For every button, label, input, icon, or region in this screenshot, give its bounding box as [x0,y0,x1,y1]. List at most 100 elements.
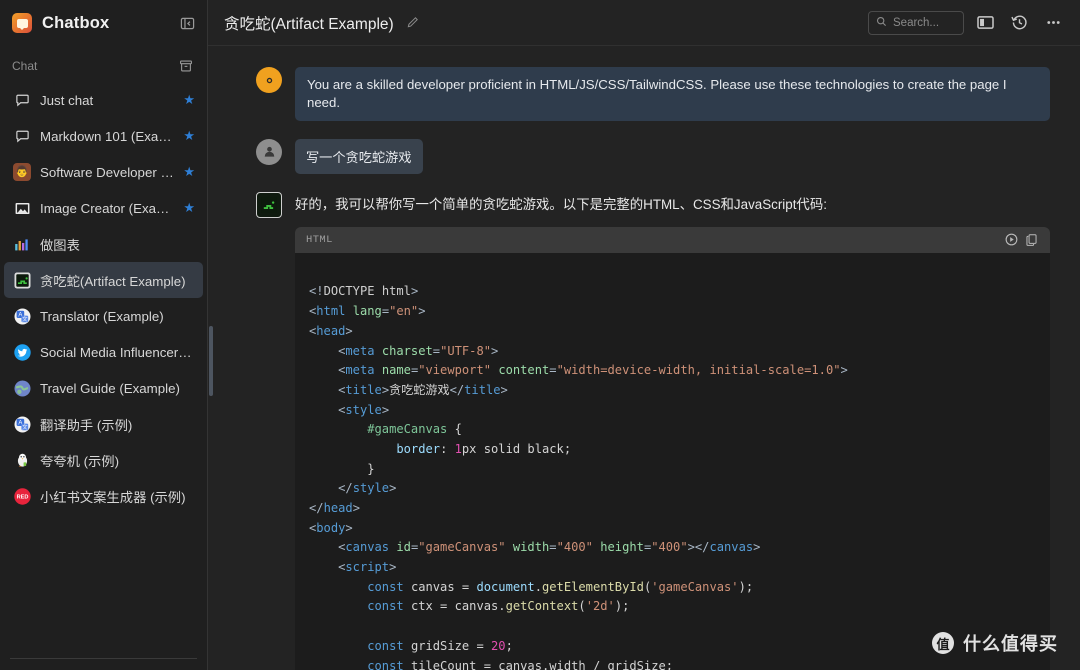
assistant-content: 好的，我可以帮你写一个简单的贪吃蛇游戏。以下是完整的HTML、CSS和JavaS… [295,192,1050,670]
code-line: const ctx = canvas.getContext('2d'); [367,599,630,614]
code-line: <meta name="viewport" content="width=dev… [338,363,848,378]
twitter-bird-icon [13,343,31,361]
chat-list: Just chat ★ Markdown 101 (Exam… ★ 👨 Soft… [0,80,207,670]
sidebar-item-label: 翻译助手 (示例) [40,417,133,433]
code-line: <body> [309,520,353,535]
code-line: <title>贪吃蛇游戏</title> [338,382,508,397]
message-assistant: 好的，我可以帮你写一个简单的贪吃蛇游戏。以下是完整的HTML、CSS和JavaS… [208,183,1080,670]
sidebar-item-label: Social Media Influencer (Ex… [40,344,195,360]
sidebar-item-make-chart[interactable]: 做图表 [4,226,203,262]
penguin-icon [13,451,31,469]
xiaohongshu-icon: RED [13,487,31,505]
system-message-text: You are a skilled developer proficient i… [295,67,1050,121]
code-line: <style> [338,402,390,417]
snake-game-icon [13,271,31,289]
star-icon[interactable]: ★ [183,92,195,108]
code-line: #gameCanvas { [367,422,462,437]
code-line: <!DOCTYPE html> [309,284,419,299]
history-clock-icon[interactable] [1006,10,1032,36]
user-message-text: 写一个贪吃蛇游戏 [295,138,423,174]
code-block-content[interactable]: <!DOCTYPE html> <html lang="en"> <head> <m… [295,252,1050,670]
translator-icon: A 文 [13,415,31,433]
code-line: <html lang="en"> [309,304,426,319]
picture-icon [13,199,31,217]
chatbox-app: Chatbox Chat Just chat ★ Markdown 101 (E… [0,0,1080,670]
svg-text:文: 文 [22,422,28,430]
code-line: <script> [338,560,397,575]
page-title: 贪吃蛇(Artifact Example) [224,15,394,33]
gear-avatar-icon [256,67,282,93]
sidebar-item-label: Image Creator (Examp… [40,200,175,216]
pencil-edit-icon[interactable] [406,16,419,29]
sidebar-item-travel-guide[interactable]: Travel Guide (Example) [4,370,203,406]
main-panel: 贪吃蛇(Artifact Example) Search... You are … [208,0,1080,670]
brand-name: Chatbox [42,13,110,32]
sidebar: Chatbox Chat Just chat ★ Markdown 101 (E… [0,0,208,670]
code-block-header: HTML [295,226,1050,253]
message-system: You are a skilled developer proficient i… [208,58,1080,130]
brand-header: Chatbox [0,0,207,46]
globe-icon [13,379,31,397]
sidebar-item-software-developer[interactable]: 👨 Software Developer (E… ★ [4,154,203,190]
sidebar-item-label: Travel Guide (Example) [40,380,180,396]
translator-icon: A 文 [13,307,31,325]
sidebar-item-social-media-influencer[interactable]: Social Media Influencer (Ex… [4,334,203,370]
copy-icon[interactable] [1021,230,1041,250]
code-language-label: HTML [306,233,333,246]
sidebar-footer-divider [10,658,197,659]
watermark-logo-icon: 值 [932,632,954,654]
sidebar-item-xiaohongshu-copywriter[interactable]: RED 小红书文案生成器 (示例) [4,478,203,514]
split-view-icon[interactable] [972,10,998,36]
chatbox-logo-icon [12,13,32,33]
sidebar-item-label: 小红书文案生成器 (示例) [40,489,186,505]
code-line: } [367,461,375,476]
sidebar-item-label: 做图表 [40,237,80,253]
archive-icon[interactable] [177,57,195,75]
sidebar-item-label: 贪吃蛇(Artifact Example) [40,273,186,289]
message-user: 写一个贪吃蛇游戏 [208,130,1080,183]
sidebar-item-label: Software Developer (E… [40,164,175,180]
sidebar-item-just-chat[interactable]: Just chat ★ [4,82,203,118]
sidebar-item-label: Just chat [40,92,94,108]
star-icon[interactable]: ★ [183,128,195,144]
sidebar-item-snake-artifact[interactable]: 贪吃蛇(Artifact Example) [4,262,203,298]
run-play-icon[interactable] [1001,230,1021,250]
svg-text:RED: RED [16,494,28,500]
assistant-message-text: 好的，我可以帮你写一个简单的贪吃蛇游戏。以下是完整的HTML、CSS和JavaS… [295,196,827,212]
search-icon [876,16,887,30]
chat-section-title: Chat [12,59,38,73]
code-line: const canvas = document.getElementById('… [367,579,754,594]
code-line: const tileCount = canvas.width / gridSiz… [367,658,674,670]
code-line: </head> [309,501,360,515]
chat-bubble-icon [13,127,31,145]
svg-text:文: 文 [22,314,28,322]
sidebar-item-markdown-101[interactable]: Markdown 101 (Exam… ★ [4,118,203,154]
sidebar-item-label: Markdown 101 (Exam… [40,128,175,144]
sidebar-item-translate-assistant-cn[interactable]: A 文 翻译助手 (示例) [4,406,203,442]
chat-bubble-icon [13,91,31,109]
sidebar-item-kuakuaji[interactable]: 夸夸机 (示例) [4,442,203,478]
collapse-sidebar-icon[interactable] [177,13,197,33]
code-line: border: 1px solid black; [396,441,572,456]
more-dots-icon[interactable] [1040,10,1066,36]
code-block: HTML <!DOCTYPE html> <html lang="en"> <h… [295,226,1050,670]
user-avatar-icon [256,138,282,165]
code-line: <meta charset="UTF-8"> [338,343,499,358]
conversation-scroll-area[interactable]: You are a skilled developer proficient i… [208,46,1080,670]
watermark: 值 什么值得买 [932,630,1058,656]
chat-section-header: Chat [0,52,207,80]
snake-game-icon [256,191,282,218]
star-icon[interactable]: ★ [183,200,195,216]
code-line: </style> [338,481,397,496]
sidebar-item-label: 夸夸机 (示例) [40,453,120,469]
topbar: 贪吃蛇(Artifact Example) Search... [208,0,1080,46]
sidebar-item-image-creator[interactable]: Image Creator (Examp… ★ [4,190,203,226]
sidebar-item-label: Translator (Example) [40,308,164,324]
search-input[interactable]: Search... [868,10,964,35]
sidebar-item-translator[interactable]: A 文 Translator (Example) [4,298,203,334]
vertical-scrollbar[interactable] [209,326,213,396]
search-placeholder: Search... [893,16,940,29]
watermark-text: 什么值得买 [963,634,1058,654]
star-icon[interactable]: ★ [183,164,195,180]
code-line: <head> [309,323,353,338]
